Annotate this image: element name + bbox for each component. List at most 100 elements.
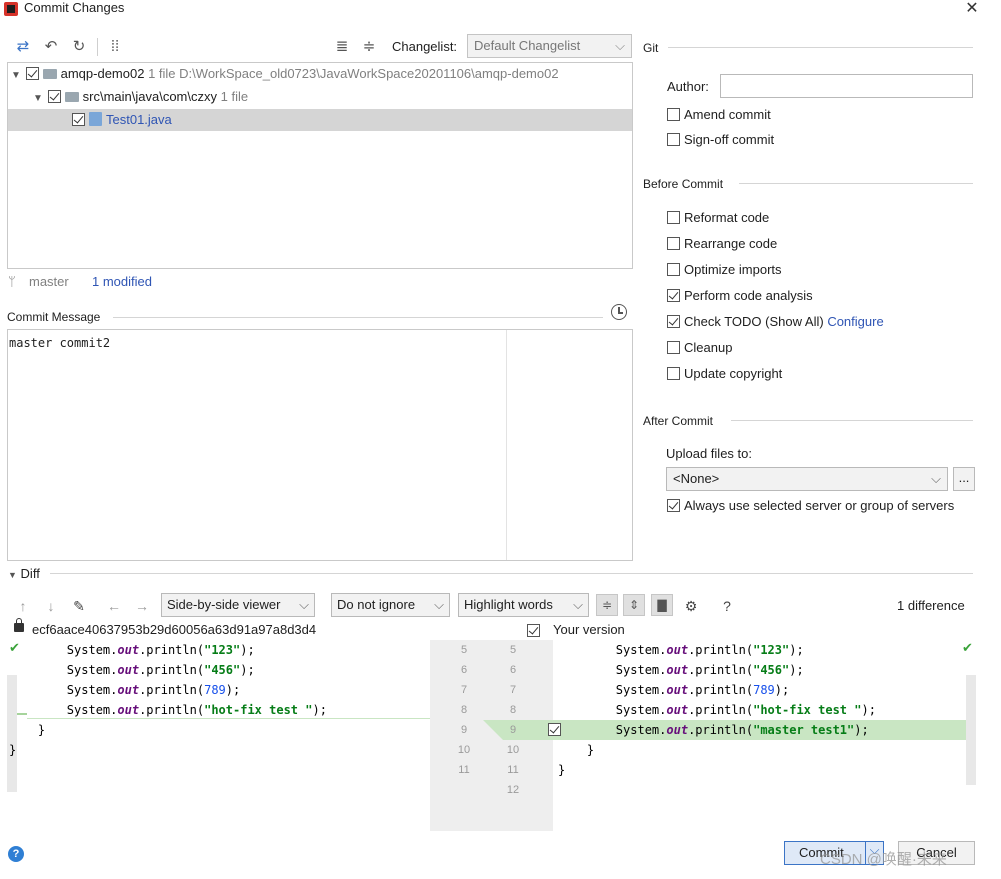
check-todo-option[interactable]: Check TODO (Show All) Configure	[667, 314, 884, 329]
code-token: );	[789, 643, 804, 657]
code-token: }	[558, 743, 595, 757]
tree-row-package[interactable]: ▼ src\main\java\com\czxy 1 file	[8, 86, 632, 108]
update-copyright-option[interactable]: Update copyright	[667, 366, 782, 381]
left-code-line: }	[9, 720, 45, 740]
code-token: .println(	[139, 643, 205, 657]
expand-all-icon[interactable]: ≣	[333, 38, 351, 56]
always-use-server-option[interactable]: Always use selected server or group of s…	[667, 498, 954, 513]
code-token: }	[9, 723, 46, 737]
code-token: }	[558, 763, 566, 777]
viewer-select[interactable]: Side-by-side viewer ⌵	[161, 593, 315, 617]
ignore-select[interactable]: Do not ignore ⌵	[331, 593, 450, 617]
divider	[668, 47, 973, 48]
collapse-all-icon[interactable]: ≑	[360, 38, 378, 56]
code-token: .println(	[139, 683, 205, 697]
prev-diff-icon[interactable]: ↑	[15, 597, 31, 615]
rearrange-checkbox[interactable]	[667, 237, 680, 250]
modified-count-link[interactable]: 1 modified	[92, 274, 152, 289]
help-icon[interactable]: ?	[719, 597, 735, 615]
left-line-number: 9	[460, 724, 468, 736]
settings-gear-icon[interactable]: ⚙	[683, 597, 699, 615]
code-token: out	[117, 663, 140, 677]
left-line-number: 8	[460, 704, 468, 716]
history-icon[interactable]	[611, 304, 627, 320]
signoff-label: Sign-off commit	[684, 132, 775, 147]
prev-file-icon[interactable]: ←	[106, 597, 122, 615]
code-token: .println(	[688, 683, 754, 697]
tree-row-file[interactable]: Test01.java	[8, 109, 632, 131]
sync-scroll-icon[interactable]: ⇕	[623, 594, 645, 616]
code-token: System.	[9, 683, 118, 697]
undo-icon[interactable]: ↶	[42, 38, 60, 56]
commit-message-text[interactable]: master commit2	[9, 336, 110, 350]
amend-commit-option[interactable]: Amend commit	[667, 107, 771, 122]
always-use-checkbox[interactable]	[667, 499, 680, 512]
changes-tree[interactable]: ▼ amqp-demo02 1 file D:\WorkSpace_old072…	[7, 62, 633, 269]
reformat-code-option[interactable]: Reformat code	[667, 210, 769, 225]
refresh-icon[interactable]: ↻	[70, 38, 88, 56]
before-commit-title: Before Commit	[643, 177, 724, 191]
diff-section-toggle[interactable]: ▼ Diff	[8, 566, 40, 581]
diff-icon[interactable]: ⇄	[14, 38, 32, 56]
root-name: amqp-demo02	[60, 66, 145, 81]
code-token: System.	[558, 663, 667, 677]
code-token: .println(	[139, 663, 205, 677]
file-checkbox[interactable]	[72, 113, 85, 126]
viewer-value: Side-by-side viewer	[167, 597, 281, 612]
todo-checkbox[interactable]	[667, 315, 680, 328]
package-checkbox[interactable]	[47, 90, 61, 103]
root-checkbox[interactable]	[25, 67, 39, 80]
code-token: System.	[9, 703, 118, 717]
code-token: .println(	[688, 643, 754, 657]
chevron-down-icon[interactable]: ▼	[10, 65, 22, 87]
highlight-select[interactable]: Highlight words ⌵	[458, 593, 589, 617]
code-analysis-option[interactable]: Perform code analysis	[667, 288, 813, 303]
rearrange-label: Rearrange code	[684, 236, 778, 251]
tree-row-root[interactable]: ▼ amqp-demo02 1 file D:\WorkSpace_old072…	[8, 63, 632, 85]
code-token: "123"	[753, 643, 790, 657]
right-revision-title: Your version	[553, 622, 625, 637]
signoff-checkbox[interactable]	[667, 133, 680, 146]
optimize-imports-option[interactable]: Optimize imports	[667, 262, 782, 277]
author-input[interactable]	[720, 74, 973, 98]
code-token: 789	[204, 683, 226, 697]
amend-label: Amend commit	[684, 107, 771, 122]
commit-message-editor[interactable]: master commit2	[7, 329, 633, 561]
chevron-down-icon[interactable]: ▼	[32, 88, 44, 110]
copyright-checkbox[interactable]	[667, 367, 680, 380]
right-scrollbar[interactable]	[966, 675, 976, 785]
collapse-unchanged-icon[interactable]: ≑	[596, 594, 618, 616]
next-diff-icon[interactable]: ↓	[43, 597, 59, 615]
code-token: .println(	[688, 663, 754, 677]
cleanup-option[interactable]: Cleanup	[667, 340, 732, 355]
changelist-select[interactable]: Default Changelist ⌵	[467, 34, 632, 58]
signoff-commit-option[interactable]: Sign-off commit	[667, 132, 774, 147]
folder-icon	[64, 92, 79, 102]
cleanup-checkbox[interactable]	[667, 341, 680, 354]
analysis-checkbox[interactable]	[667, 289, 680, 302]
next-file-icon[interactable]: →	[134, 597, 150, 615]
code-token: );	[240, 663, 255, 677]
your-version-checkbox[interactable]	[527, 624, 540, 637]
title-bar: Commit Changes ✕	[0, 0, 1001, 20]
close-icon[interactable]: ✕	[964, 0, 980, 18]
code-token: );	[861, 703, 876, 717]
amend-checkbox[interactable]	[667, 108, 680, 121]
help-icon[interactable]: ?	[8, 846, 24, 862]
configure-link[interactable]: Configure	[827, 314, 883, 329]
reformat-checkbox[interactable]	[667, 211, 680, 224]
divider	[731, 420, 973, 421]
code-token: );	[240, 643, 255, 657]
lock-icon[interactable]: ▇	[651, 594, 673, 616]
edit-source-icon[interactable]: ✎	[71, 597, 87, 615]
chevron-down-icon: ⌵	[299, 597, 309, 612]
optimize-checkbox[interactable]	[667, 263, 680, 276]
branch-name: master	[29, 274, 69, 289]
divider	[50, 573, 973, 574]
rearrange-code-option[interactable]: Rearrange code	[667, 236, 777, 251]
group-icon[interactable]: ⁞⁞	[106, 38, 124, 56]
upload-server-select[interactable]: <None> ⌵	[666, 467, 948, 491]
module-folder-icon	[42, 69, 57, 79]
browse-servers-button[interactable]: ...	[953, 467, 975, 491]
right-code-line: System.out.println("master test1");	[558, 720, 869, 740]
